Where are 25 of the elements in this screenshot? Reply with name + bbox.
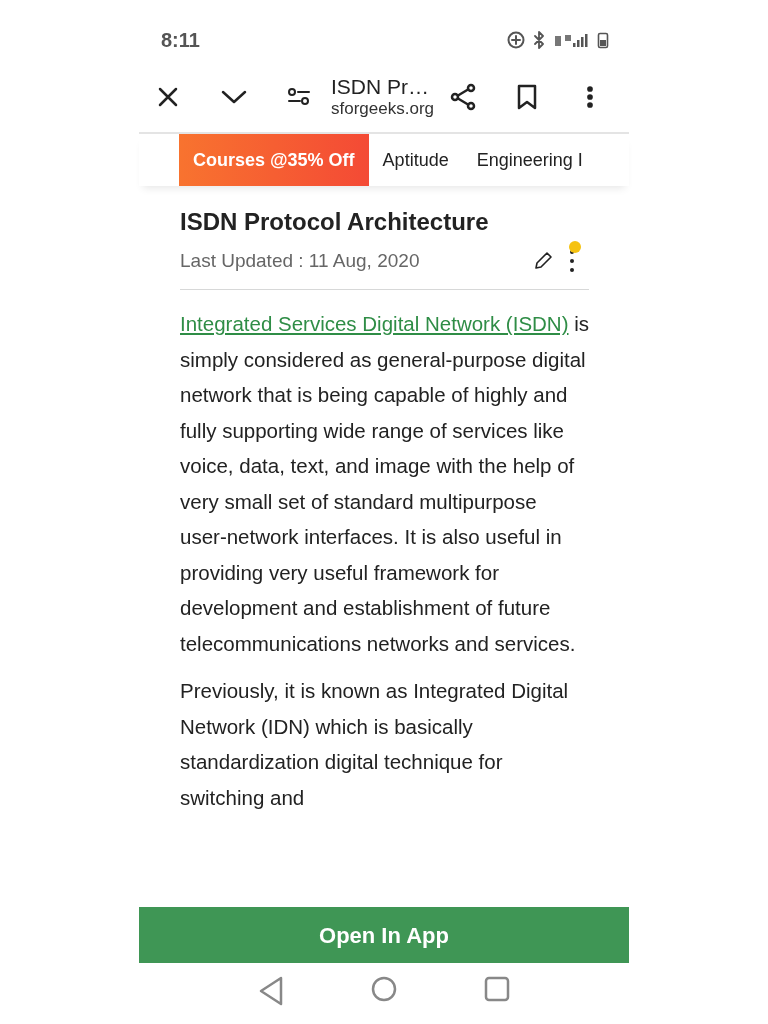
battery-icon	[597, 31, 609, 49]
nav-tab[interactable]: Engineering I	[462, 134, 597, 186]
pencil-icon[interactable]	[533, 251, 553, 272]
close-icon[interactable]	[157, 86, 179, 108]
open-in-app-button[interactable]: Open In App	[139, 907, 629, 963]
article-paragraph: Previously, it is known as Integrated Digital Network (IDN) which is basically standardization digital technique for switching and	[180, 678, 570, 811]
recents-icon[interactable]	[483, 975, 511, 1003]
more-icon[interactable]	[587, 86, 593, 108]
home-icon[interactable]	[370, 975, 398, 1003]
article-title: ISDN Protocol Architecture	[180, 208, 490, 237]
nav-tab[interactable]: Aptitude	[368, 134, 463, 186]
page-url: sforgeeks.org	[331, 98, 435, 120]
back-icon[interactable]	[257, 975, 285, 1007]
data-saver-icon	[507, 31, 525, 49]
settings-icon[interactable]	[287, 87, 311, 107]
last-updated: Last Updated : 11 Aug, 2020	[180, 248, 420, 273]
bookmark-icon[interactable]	[517, 84, 537, 110]
bluetooth-icon	[533, 31, 545, 49]
article-paragraph: Integrated Services Digital Network (ISDN) is simply considered as general-purpose digital network that is being capable of highly and fully supporting wide range of services like voice, data, text, and image with the help of very small set of standard multipurpose user-network interfaces. It is also useful in providing very useful framework for development and establishment of future telecommunications networks and services.	[180, 311, 589, 657]
signal-icon	[553, 32, 589, 48]
share-icon[interactable]	[449, 83, 477, 111]
page-title: ISDN Pr…	[331, 74, 430, 99]
status-time: 8:11	[161, 28, 200, 53]
chevron-down-icon[interactable]	[221, 89, 247, 105]
article-link[interactable]: Integrated Services Digital Network (ISDN)	[180, 312, 569, 336]
